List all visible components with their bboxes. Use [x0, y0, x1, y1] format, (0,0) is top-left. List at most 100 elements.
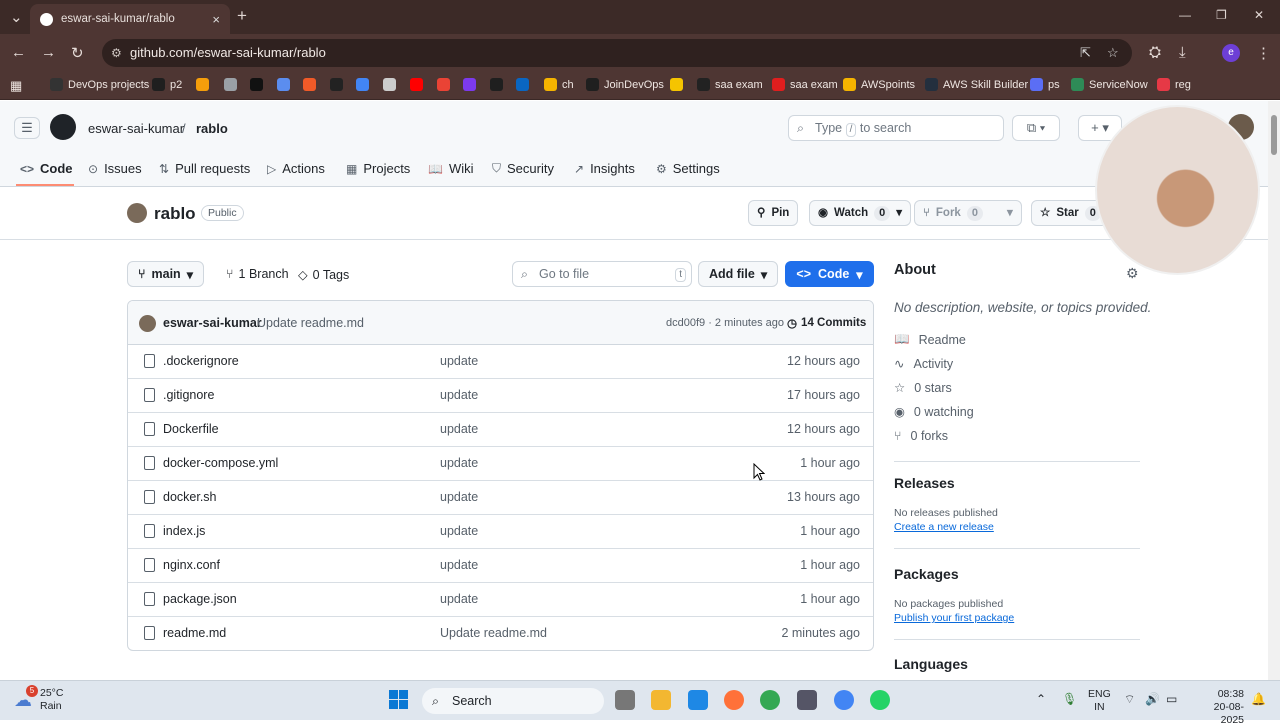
breadcrumb-owner[interactable]: eswar-sai-kumar — [88, 121, 184, 136]
settings-icon[interactable] — [797, 690, 817, 710]
bookmark-item[interactable] — [196, 78, 209, 91]
profile-avatar[interactable]: e — [1222, 44, 1240, 62]
bookmark-item[interactable] — [330, 78, 343, 91]
about-item[interactable]: 📖 Readme — [894, 332, 966, 347]
file-commit-message[interactable]: update — [440, 524, 478, 538]
file-name[interactable]: docker.sh — [163, 490, 217, 504]
bookmark-item[interactable]: reg — [1157, 78, 1191, 91]
download-icon[interactable]: ⤓ — [1179, 44, 1186, 61]
releases-title[interactable]: Releases — [894, 475, 955, 491]
about-item[interactable]: ◉ 0 watching — [894, 404, 974, 420]
file-name[interactable]: readme.md — [163, 626, 226, 640]
new-tab-icon[interactable]: + — [237, 6, 247, 26]
file-commit-message[interactable]: update — [440, 388, 478, 402]
file-commit-message[interactable]: update — [440, 490, 478, 504]
minimize-icon[interactable]: — — [1179, 8, 1191, 22]
browser-menu-icon[interactable]: ⋮ — [1256, 44, 1271, 62]
file-commit-message[interactable]: Update readme.md — [440, 626, 547, 640]
task-view-icon[interactable] — [615, 690, 635, 710]
back-icon[interactable]: ← — [11, 44, 26, 61]
wifi-icon[interactable]: ⌔ — [1124, 692, 1135, 707]
about-item[interactable]: ☆ 0 stars — [894, 380, 952, 396]
tab-search-icon[interactable]: ⌄ — [10, 8, 23, 26]
language-indicator[interactable]: ENG IN — [1088, 688, 1111, 714]
bookmark-item[interactable]: AWS Skill Builder — [925, 78, 1028, 91]
bookmark-item[interactable]: JoinDevOps — [586, 78, 664, 91]
file-commit-message[interactable]: update — [440, 422, 478, 436]
address-bar[interactable]: ⚙ github.com/eswar-sai-kumar/rablo ⇱ ☆ — [102, 39, 1132, 67]
commit-author[interactable]: eswar-sai-kumar — [163, 316, 262, 330]
file-name[interactable]: .dockerignore — [163, 354, 239, 368]
go-to-file-input[interactable]: ⌕ Go to file t — [512, 261, 692, 287]
notification-bell-icon[interactable]: 🔔 — [1251, 692, 1266, 706]
bookmark-item[interactable]: saa exam — [697, 78, 763, 91]
bookmark-item[interactable]: p2 — [152, 78, 182, 91]
battery-icon[interactable]: ▭ — [1166, 692, 1177, 706]
fork-button[interactable]: ⑂ Fork 0 ▾ — [914, 200, 1022, 226]
whatsapp-icon[interactable] — [870, 690, 890, 710]
file-name[interactable]: Dockerfile — [163, 422, 219, 436]
table-row[interactable]: readme.md Update readme.md 2 minutes ago — [128, 617, 873, 650]
file-commit-message[interactable]: update — [440, 456, 478, 470]
publish-package-link[interactable]: Publish your first package — [894, 612, 1014, 624]
file-name[interactable]: .gitignore — [163, 388, 214, 402]
branch-selector[interactable]: ⑂ main ▾ — [127, 261, 204, 287]
table-row[interactable]: .gitignore update 17 hours ago — [128, 379, 873, 413]
bookmark-item[interactable] — [516, 78, 529, 91]
bookmark-item[interactable] — [277, 78, 290, 91]
tab-pull-requests[interactable]: ⇅ Pull requests — [159, 161, 250, 176]
maximize-icon[interactable]: ❐ — [1216, 8, 1227, 22]
forward-icon[interactable]: → — [41, 44, 56, 61]
site-info-icon[interactable]: ⚙ — [111, 39, 122, 67]
menu-icon[interactable]: ☰ — [14, 117, 40, 139]
tab-settings[interactable]: ⚙ Settings — [656, 161, 720, 176]
commit-sha-time[interactable]: dcd00f9 · 2 minutes ago — [666, 317, 784, 329]
tab-projects[interactable]: ▦ Projects — [346, 161, 410, 176]
bookmark-item[interactable] — [224, 78, 237, 91]
search-input[interactable]: ⌕ Type / to search — [788, 115, 1004, 141]
repo-title[interactable]: rablo — [154, 204, 196, 224]
file-commit-message[interactable]: update — [440, 558, 478, 572]
packages-title[interactable]: Packages — [894, 566, 959, 582]
bookmark-star-icon[interactable]: ☆ — [1107, 39, 1119, 67]
window-close-icon[interactable]: ✕ — [1254, 8, 1264, 22]
commit-message[interactable]: Update readme.md — [257, 316, 364, 330]
tab-wiki[interactable]: 📖 Wiki — [428, 161, 474, 176]
chrome-icon[interactable] — [760, 690, 780, 710]
browser-tab[interactable]: eswar-sai-kumar/rablo × — [30, 4, 230, 34]
file-name[interactable]: docker-compose.yml — [163, 456, 278, 470]
table-row[interactable]: index.js update 1 hour ago — [128, 515, 873, 549]
bookmark-item[interactable] — [410, 78, 423, 91]
tab-security[interactable]: ⛉ Security — [492, 161, 554, 176]
bookmark-item[interactable]: DevOps projects — [50, 78, 149, 91]
tab-insights[interactable]: ↗ Insights — [574, 161, 635, 176]
scrollbar-thumb[interactable] — [1271, 115, 1277, 155]
chevron-up-icon[interactable]: ⌃ — [1036, 692, 1046, 706]
table-row[interactable]: nginx.conf update 1 hour ago — [128, 549, 873, 583]
bookmark-item[interactable]: ServiceNow — [1071, 78, 1148, 91]
tab-issues[interactable]: ⊙ Issues — [88, 161, 142, 176]
breadcrumb-repo[interactable]: rablo — [196, 121, 228, 136]
bookmark-item[interactable] — [250, 78, 263, 91]
file-name[interactable]: package.json — [163, 592, 237, 606]
microphone-icon[interactable]: 🎙 — [1062, 692, 1077, 706]
bookmark-item[interactable]: ch — [544, 78, 574, 91]
code-button[interactable]: <> Code ▾ — [785, 261, 874, 287]
file-explorer-icon[interactable] — [651, 690, 671, 710]
bookmark-item[interactable]: saa exam — [772, 78, 838, 91]
github-logo-icon[interactable] — [50, 114, 76, 140]
bookmark-item[interactable] — [303, 78, 316, 91]
chrome-profile-icon[interactable] — [834, 690, 854, 710]
bookmark-item[interactable] — [490, 78, 503, 91]
reload-icon[interactable]: ↻ — [71, 44, 84, 62]
add-file-button[interactable]: Add file ▾ — [698, 261, 779, 287]
bookmark-item[interactable]: ps — [1030, 78, 1060, 91]
tab-code[interactable]: <> Code — [20, 161, 73, 176]
gear-icon[interactable]: ⚙ — [1126, 265, 1139, 282]
taskbar-search[interactable]: ⌕ Search — [422, 688, 604, 714]
file-name[interactable]: index.js — [163, 524, 205, 538]
file-commit-message[interactable]: update — [440, 592, 478, 606]
bookmark-item[interactable] — [463, 78, 476, 91]
weather-widget[interactable]: 25°C Rain — [40, 687, 63, 713]
tab-actions[interactable]: ▷ Actions — [267, 161, 325, 176]
